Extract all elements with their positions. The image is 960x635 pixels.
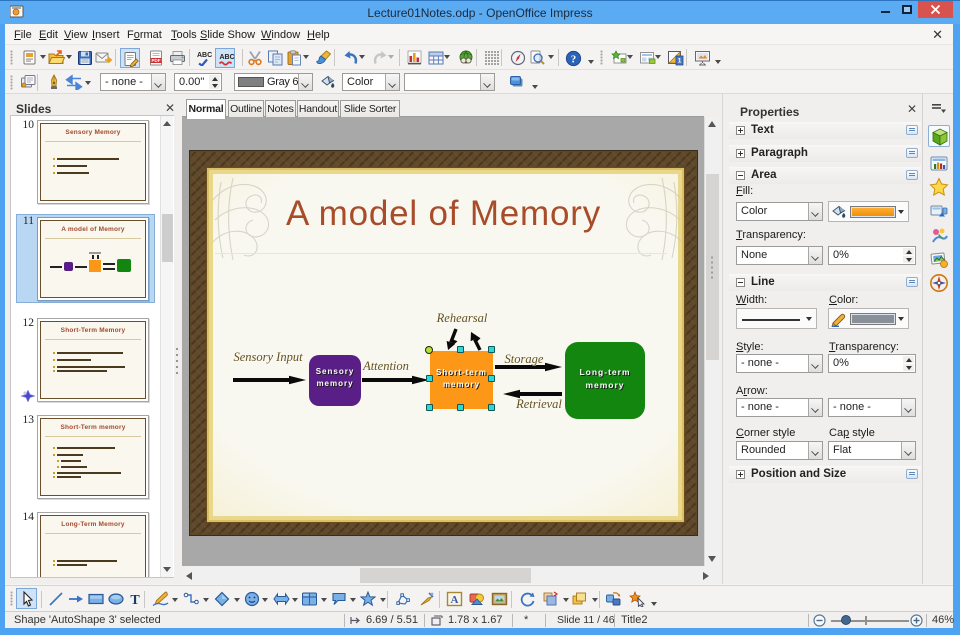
svg-text:1: 1 (678, 58, 682, 65)
svg-text:PDF: PDF (152, 58, 161, 63)
svg-text:T: T (130, 593, 140, 607)
svg-text:ABC: ABC (220, 54, 235, 61)
svg-text:?: ? (571, 54, 577, 66)
svg-text:ABC: ABC (197, 52, 212, 59)
svg-text:A: A (451, 594, 459, 606)
